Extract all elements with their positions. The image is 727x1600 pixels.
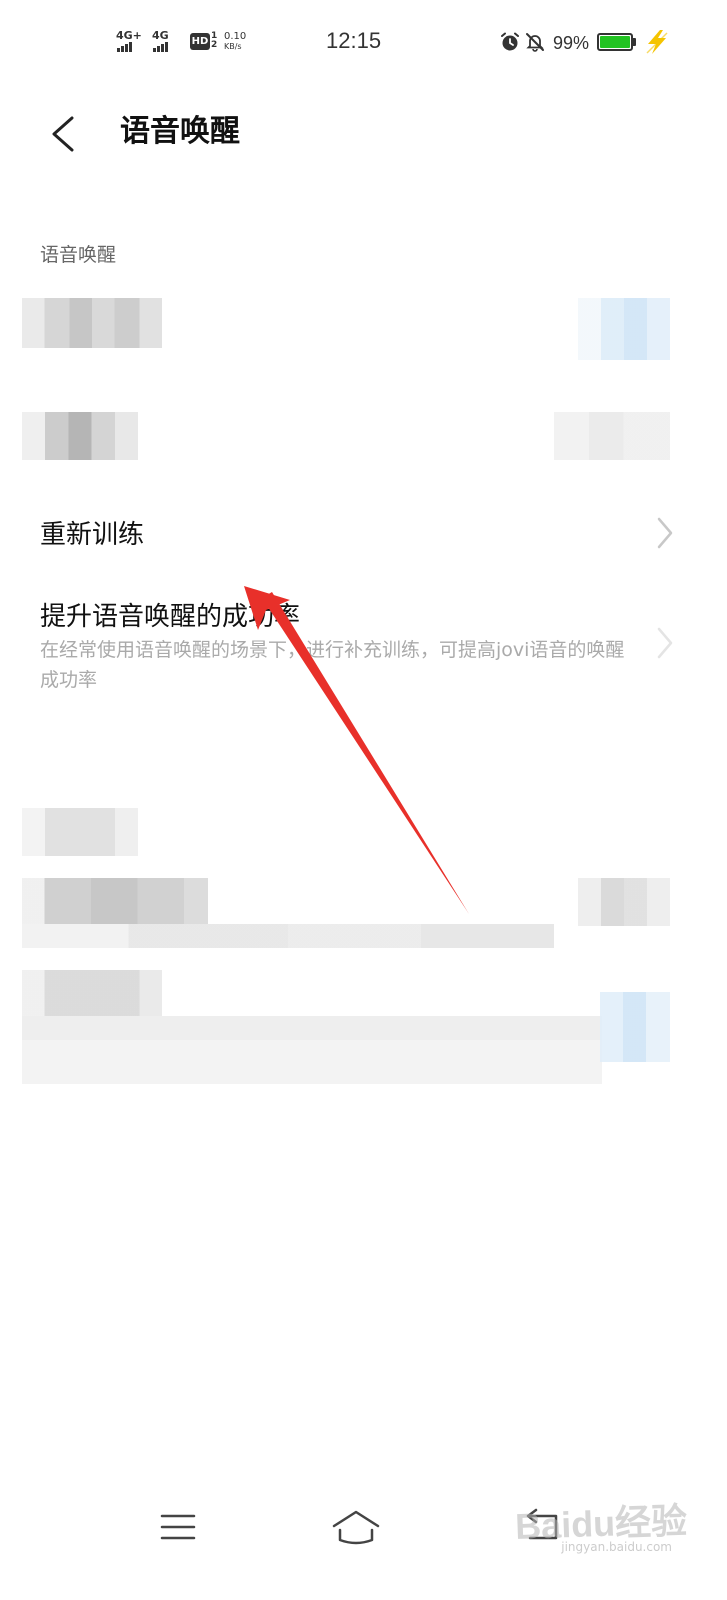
redacted-row-2-title — [22, 412, 138, 460]
improve-success-rate-row[interactable]: 提升语音唤醒的成功率 在经常使用语音唤醒的场景下，进行补充训练，可提高jovi语… — [0, 590, 727, 700]
navigation-bar — [0, 1480, 727, 1580]
battery-tip — [633, 38, 636, 46]
redacted-row-3-title — [22, 878, 208, 924]
page-header: 语音唤醒 — [0, 90, 727, 180]
redacted-row-4-toggle[interactable] — [600, 992, 670, 1062]
signal-label-2: 4G — [152, 29, 169, 42]
hd-badge: HD — [190, 33, 210, 50]
improve-success-rate-description: 在经常使用语音唤醒的场景下，进行补充训练，可提高jovi语音的唤醒成功率 — [40, 639, 625, 691]
page-title: 语音唤醒 — [120, 114, 240, 149]
signal-4g: 4G — [152, 30, 169, 52]
redacted-row-2-value[interactable] — [554, 412, 670, 460]
charging-bolt-icon — [646, 30, 668, 54]
section-label: 语音唤醒 — [40, 244, 117, 266]
chevron-right-icon — [657, 517, 673, 549]
signal-4g-plus: 4G+ — [116, 30, 142, 52]
menu-icon[interactable] — [148, 1502, 208, 1552]
signal-bars-icon — [153, 41, 169, 52]
notifications-off-icon — [526, 33, 544, 52]
back-return-icon[interactable] — [512, 1502, 572, 1552]
retrain-title: 重新训练 — [40, 520, 145, 550]
back-button[interactable] — [40, 112, 84, 156]
signal-bars-icon — [117, 41, 133, 52]
redacted-row-1-title — [22, 298, 162, 348]
redacted-row-4-desc — [22, 1016, 602, 1084]
alarm-icon — [501, 32, 519, 51]
retrain-row[interactable]: 重新训练 — [0, 500, 727, 566]
redacted-row-4-title — [22, 970, 162, 1016]
chevron-right-icon — [657, 627, 673, 659]
redacted-row-3-desc — [22, 924, 554, 948]
status-bar: 4G+ 4G HD 1 2 0.10 KB/s 12:15 99% — [0, 0, 727, 86]
home-icon[interactable] — [326, 1502, 386, 1552]
improve-success-rate-title: 提升语音唤醒的成功率 — [40, 602, 301, 632]
hd-sim-numbers: 1 2 — [211, 32, 217, 50]
battery-fill — [600, 36, 630, 48]
redacted-section-label — [22, 808, 138, 856]
redacted-row-3-toggle[interactable] — [578, 878, 670, 926]
network-speed: 0.10 KB/s — [224, 32, 246, 52]
net-speed-value: 0.10 — [224, 31, 247, 42]
redacted-row-1-toggle[interactable] — [578, 298, 670, 360]
net-speed-unit: KB/s — [224, 42, 242, 51]
battery-icon — [597, 33, 633, 51]
signal-label-1: 4G+ — [116, 29, 142, 42]
clock: 12:15 — [326, 28, 382, 53]
battery-percent: 99% — [553, 33, 590, 53]
hd-sub-2: 2 — [211, 40, 218, 50]
